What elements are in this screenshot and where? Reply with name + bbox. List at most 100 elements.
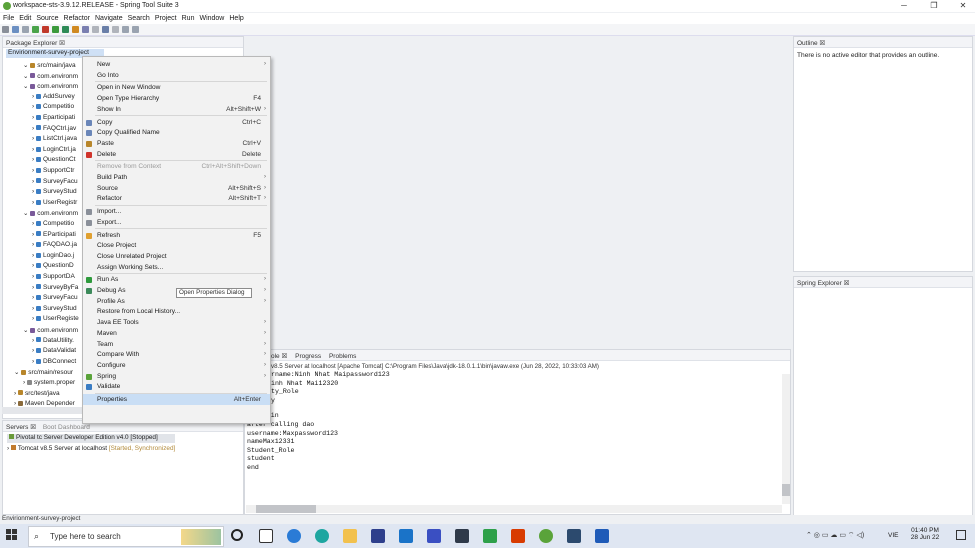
app-icon[interactable]: [567, 529, 581, 543]
tree-item[interactable]: ⌄ src/main/java: [23, 61, 76, 69]
menu-item-show-in[interactable]: Show In Alt+Shift+W ›: [83, 104, 270, 115]
menu-project[interactable]: Project: [152, 13, 179, 22]
expand-chevron-icon[interactable]: ⌄: [23, 73, 30, 80]
expand-chevron-icon[interactable]: ⌄: [23, 62, 30, 69]
open-type-icon[interactable]: [92, 26, 99, 33]
tree-item[interactable]: › Competitio: [32, 103, 74, 110]
xbox-icon[interactable]: [483, 529, 497, 543]
tree-item[interactable]: › system.proper: [23, 379, 75, 386]
package-explorer-tab[interactable]: Package Explorer ☒: [6, 40, 65, 47]
debug-icon[interactable]: [52, 26, 59, 33]
sts-taskbar-icon[interactable]: [539, 529, 553, 543]
external-tools-icon[interactable]: [72, 26, 79, 33]
tab-console[interactable]: ole ☒: [271, 353, 287, 360]
tree-item[interactable]: › src/test/java: [14, 390, 60, 397]
console-vscrollbar[interactable]: [782, 374, 790, 504]
menu-item-new[interactable]: New ›: [83, 59, 270, 70]
menu-source[interactable]: Source: [33, 13, 60, 22]
expand-chevron-icon[interactable]: ⌄: [23, 327, 30, 334]
expand-chevron-icon[interactable]: ⌄: [23, 210, 30, 217]
tree-item[interactable]: › DBConnect: [32, 358, 76, 365]
menu-item-refresh[interactable]: Refresh F5: [83, 230, 270, 241]
menu-item-spring[interactable]: Spring ›: [83, 371, 270, 382]
server-item-pivotal[interactable]: Pivotal tc Server Developer Edition v4.0…: [7, 434, 175, 443]
tab-progress[interactable]: Progress: [295, 353, 321, 360]
menu-item-paste[interactable]: Paste Ctrl+V: [83, 138, 270, 149]
spring-boot-icon[interactable]: [32, 26, 39, 33]
save-all-icon[interactable]: [22, 26, 29, 33]
menu-item-delete[interactable]: Delete Delete: [83, 149, 270, 160]
tree-item[interactable]: › SupportCtr: [32, 167, 74, 174]
save-icon[interactable]: [12, 26, 19, 33]
new-java-class-icon[interactable]: [82, 26, 89, 33]
hscroll-thumb[interactable]: [256, 505, 316, 513]
menu-item-compare-with[interactable]: Compare With ›: [83, 349, 270, 360]
menu-file[interactable]: File: [0, 13, 16, 22]
menu-item-assign-working-sets[interactable]: Assign Working Sets...: [83, 262, 270, 273]
system-tray-icons[interactable]: ⌃ ◎ ▭ ☁ ▭ ⌔ ◁): [806, 531, 864, 540]
spring-explorer-tab[interactable]: Spring Explorer ☒: [797, 280, 849, 287]
tree-item[interactable]: › SurveyFacu: [32, 294, 78, 301]
menu-item-close-unrelated-project[interactable]: Close Unrelated Project: [83, 251, 270, 262]
office-icon[interactable]: [511, 529, 525, 543]
tree-item[interactable]: › FAQDAO.ja: [32, 241, 77, 248]
menu-item-run-as[interactable]: Run As ›: [83, 274, 270, 285]
tree-item[interactable]: › SurveyByFa: [32, 284, 78, 291]
scroll-thumb[interactable]: [782, 484, 790, 496]
back-icon[interactable]: [122, 26, 129, 33]
menu-item-copy-qualified-name[interactable]: Copy Qualified Name: [83, 127, 270, 138]
menu-item-open-type-hierarchy[interactable]: Open Type Hierarchy F4: [83, 93, 270, 104]
expand-chevron-icon[interactable]: ⌄: [23, 83, 30, 90]
forward-icon[interactable]: [132, 26, 139, 33]
menu-item-import[interactable]: Import...: [83, 206, 270, 217]
menu-item-source[interactable]: Source Alt+Shift+S ›: [83, 183, 270, 194]
tab-boot-dashboard[interactable]: Boot Dashboard: [43, 424, 90, 431]
tree-item[interactable]: ⌄ com.environm: [23, 82, 78, 90]
maximize-button[interactable]: ❐: [927, 1, 941, 11]
tree-item[interactable]: › ListCtrl.java: [32, 135, 77, 142]
search-icon[interactable]: [102, 26, 109, 33]
menu-item-restore-from-local-history[interactable]: Restore from Local History...: [83, 306, 270, 317]
edge-icon[interactable]: [287, 529, 301, 543]
notification-icon[interactable]: [956, 530, 966, 540]
tab-problems[interactable]: Problems: [329, 353, 356, 360]
menu-item-export[interactable]: Export...: [83, 217, 270, 228]
menu-search[interactable]: Search: [125, 13, 152, 22]
task-view-circle-icon[interactable]: [231, 529, 243, 541]
windows-start-icon[interactable]: [6, 529, 18, 541]
stop-icon[interactable]: [42, 26, 49, 33]
menu-item-open-in-new-window[interactable]: Open in New Window: [83, 82, 270, 93]
remote-desktop-icon[interactable]: [427, 529, 441, 543]
expand-chevron-icon[interactable]: ⌄: [14, 369, 21, 376]
tree-item[interactable]: › Eparticipati: [32, 114, 75, 121]
tree-item[interactable]: › FAQCtrl.jav: [32, 125, 76, 132]
menu-item-team[interactable]: Team ›: [83, 339, 270, 350]
annotation-icon[interactable]: [112, 26, 119, 33]
terminal-icon[interactable]: [455, 529, 469, 543]
run-icon[interactable]: [62, 26, 69, 33]
menu-navigate[interactable]: Navigate: [92, 13, 125, 22]
menu-item-copy[interactable]: Copy Ctrl+C: [83, 117, 270, 128]
tree-item[interactable]: › LoginDao.j: [32, 252, 74, 259]
tree-item[interactable]: › UserRegistr: [32, 199, 77, 206]
tree-item[interactable]: › Competitio: [32, 220, 74, 227]
menu-item-close-project[interactable]: Close Project: [83, 240, 270, 251]
menu-item-go-into[interactable]: Go Into: [83, 70, 270, 81]
file-explorer-icon[interactable]: [343, 529, 357, 543]
menu-item-validate[interactable]: Validate: [83, 381, 270, 392]
task-view-icon[interactable]: [259, 529, 273, 543]
menu-item-configure[interactable]: Configure ›: [83, 360, 270, 371]
tree-item[interactable]: ⌄ com.environm: [23, 209, 78, 217]
outline-tab[interactable]: Outline ☒: [797, 40, 825, 47]
tree-item[interactable]: › QuestionD: [32, 262, 74, 269]
menu-item-maven[interactable]: Maven ›: [83, 328, 270, 339]
tree-item[interactable]: ⌄ src/main/resour: [14, 368, 73, 376]
tree-item[interactable]: › LoginCtrl.ja: [32, 146, 76, 153]
tree-item[interactable]: › AddSurvey: [32, 93, 75, 100]
tree-item[interactable]: › SurveyFacu: [32, 178, 78, 185]
tree-item[interactable]: › SurveyStud: [32, 188, 77, 195]
mail-icon[interactable]: [399, 529, 413, 543]
tree-item[interactable]: › EParticipati: [32, 231, 76, 238]
language-indicator[interactable]: VIE: [888, 532, 898, 539]
tab-servers[interactable]: Servers ☒: [6, 424, 36, 431]
